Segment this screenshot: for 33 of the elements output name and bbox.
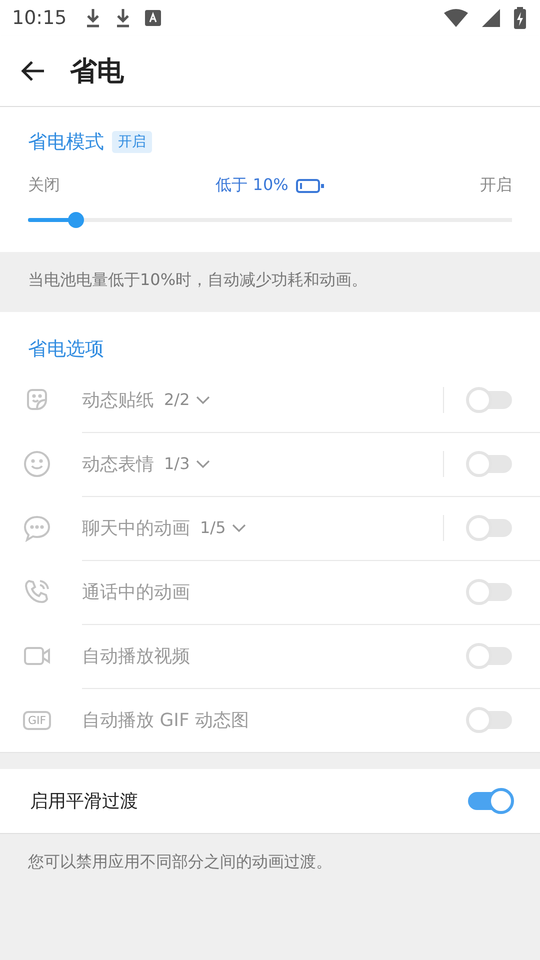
back-arrow-icon[interactable] bbox=[20, 59, 46, 83]
slider-max-label: 开启 bbox=[480, 175, 512, 196]
keyboard-notification-icon bbox=[144, 10, 161, 26]
battery-low-icon bbox=[296, 178, 324, 192]
slider-min-label: 关闭 bbox=[28, 175, 60, 196]
option-count: 2/2 bbox=[164, 390, 190, 409]
option-label: 启用平滑过渡 bbox=[30, 790, 138, 813]
status-badge: 开启 bbox=[112, 131, 152, 153]
section-title: 省电选项 bbox=[28, 337, 105, 362]
option-label: 自动播放视频 bbox=[82, 644, 190, 668]
battery-charging-icon bbox=[514, 7, 526, 29]
slider-thumb[interactable] bbox=[68, 212, 84, 228]
info-text: 当电池电量低于10%时，自动减少功耗和动画。 bbox=[27, 269, 369, 291]
threshold-label: 低于 10% bbox=[216, 175, 288, 196]
option-count: 1/5 bbox=[200, 518, 226, 537]
wifi-icon bbox=[444, 9, 468, 27]
footer-text: 您可以禁用应用不同部分之间的动画过渡。 bbox=[27, 851, 333, 873]
cellular-signal-icon bbox=[482, 9, 500, 27]
chat-bubble-icon bbox=[23, 514, 51, 542]
page-title: 省电 bbox=[70, 55, 124, 89]
download-icon bbox=[84, 8, 101, 28]
smiley-icon bbox=[23, 450, 51, 478]
option-label: 动态贴纸 bbox=[82, 388, 154, 412]
option-count: 1/3 bbox=[164, 454, 190, 473]
status-time: 10:15 bbox=[12, 7, 67, 29]
download-icon bbox=[114, 8, 131, 28]
option-label: 动态表情 bbox=[82, 452, 154, 476]
option-label: 自动播放 GIF 动态图 bbox=[82, 709, 250, 732]
option-label: 聊天中的动画 bbox=[82, 516, 190, 540]
phone-icon bbox=[23, 578, 51, 606]
option-label: 通话中的动画 bbox=[82, 580, 190, 604]
gif-icon: GIF bbox=[22, 710, 52, 730]
section-title: 省电模式 bbox=[28, 130, 104, 155]
